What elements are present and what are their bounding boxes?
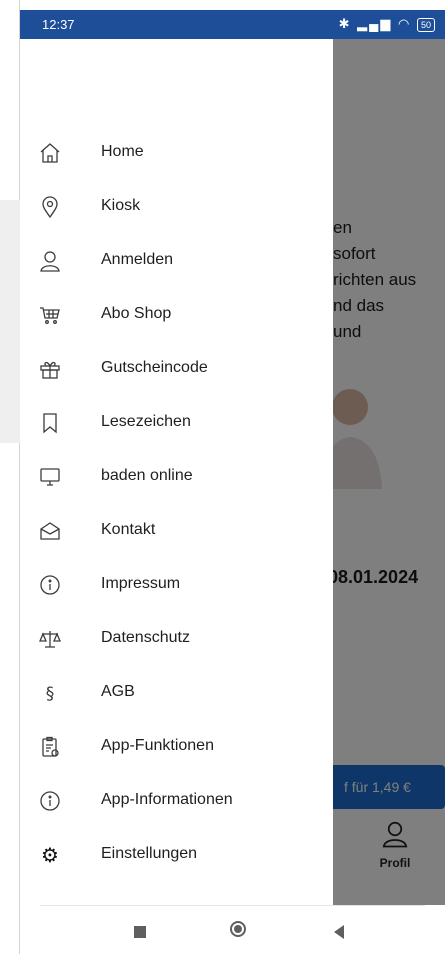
bluetooth-icon: ✱ <box>338 16 352 31</box>
menu-item-anmelden[interactable]: Anmelden <box>20 234 333 288</box>
menu-item-gutscheincode[interactable]: Gutscheincode <box>20 342 333 396</box>
menu-item-home[interactable]: Home <box>20 126 333 180</box>
page-background-panel <box>0 200 20 443</box>
back-button[interactable] <box>334 925 344 939</box>
wifi-icon: ◠ <box>398 16 412 31</box>
status-icons: ✱ ▂▄▆ ◠ 50 <box>339 16 435 32</box>
menu-item-agb[interactable]: § AGB <box>20 666 333 720</box>
menu-item-label: Kontakt <box>101 521 156 538</box>
signal-icon: ▂▄▆ <box>357 16 393 31</box>
menu-item-label: AGB <box>101 683 135 700</box>
status-bar: 12:37 ✱ ▂▄▆ ◠ 50 <box>20 10 445 39</box>
home-icon <box>38 141 62 165</box>
user-icon <box>38 249 62 273</box>
menu-item-app-funktionen[interactable]: App-Funktionen <box>20 720 333 774</box>
info-icon <box>38 573 62 597</box>
info-icon <box>38 789 62 813</box>
gear-icon: ⚙ <box>38 843 62 867</box>
menu-item-label: Datenschutz <box>101 629 190 646</box>
menu-item-impressum[interactable]: Impressum <box>20 558 333 612</box>
menu-item-datenschutz[interactable]: Datenschutz <box>20 612 333 666</box>
menu-item-kiosk[interactable]: Kiosk <box>20 180 333 234</box>
navbar-divider <box>40 905 425 906</box>
svg-text:§: § <box>46 684 55 704</box>
svg-text:⚙: ⚙ <box>41 843 59 867</box>
clipboard-icon <box>38 735 62 759</box>
location-pin-icon <box>38 195 62 219</box>
gift-icon <box>38 357 62 381</box>
menu-item-lesezeichen[interactable]: Lesezeichen <box>20 396 333 450</box>
menu-item-baden-online[interactable]: baden online <box>20 450 333 504</box>
menu-item-label: Gutscheincode <box>101 359 208 376</box>
menu-item-label: App-Informationen <box>101 791 233 808</box>
section-sign-icon: § <box>38 681 62 705</box>
recent-apps-button[interactable] <box>134 926 146 938</box>
envelope-open-icon <box>38 519 62 543</box>
battery-icon: 50 <box>416 18 435 32</box>
menu-item-kontakt[interactable]: Kontakt <box>20 504 333 558</box>
menu-item-label: Kiosk <box>101 197 141 214</box>
menu-item-label: Abo Shop <box>101 305 172 322</box>
shopping-cart-icon <box>38 303 62 327</box>
menu-item-label: Home <box>101 143 144 160</box>
navigation-drawer: Home Kiosk Anmelden Abo Shop Gutscheinco… <box>20 39 333 905</box>
bookmark-icon <box>38 411 62 435</box>
monitor-icon <box>38 465 62 489</box>
system-navigation-bar <box>20 905 445 954</box>
status-time: 12:37 <box>42 17 75 32</box>
menu-item-label: Impressum <box>101 575 181 592</box>
menu-item-label: baden online <box>101 467 193 484</box>
menu-item-label: Lesezeichen <box>101 413 191 430</box>
menu-item-label: Anmelden <box>101 251 174 268</box>
scales-icon <box>38 627 62 651</box>
menu-item-abo-shop[interactable]: Abo Shop <box>20 288 333 342</box>
menu-item-label: App-Funktionen <box>101 737 214 754</box>
menu-item-app-informationen[interactable]: App-Informationen <box>20 774 333 828</box>
menu-item-einstellungen[interactable]: ⚙ Einstellungen <box>20 828 333 882</box>
home-button[interactable] <box>230 921 246 937</box>
menu-item-label: Einstellungen <box>101 845 198 862</box>
